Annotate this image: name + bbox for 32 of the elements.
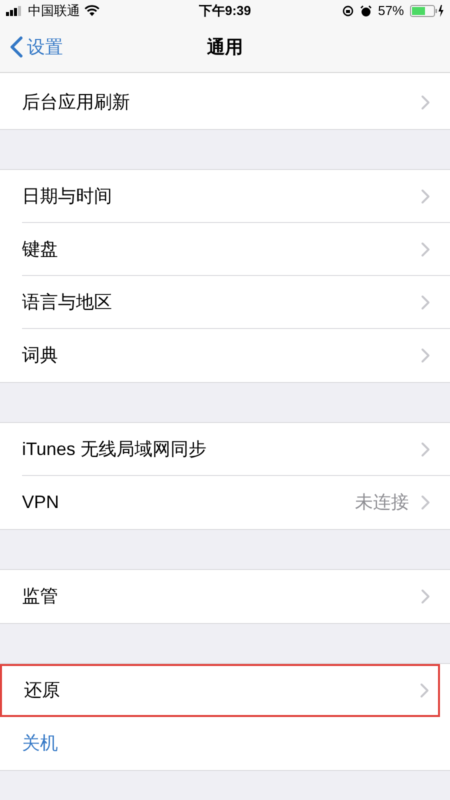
row-label: 键盘 — [22, 238, 59, 261]
chevron-icon — [421, 348, 430, 363]
back-chevron-icon — [10, 36, 23, 58]
rotation-lock-icon — [342, 5, 354, 17]
settings-row[interactable]: 还原 — [0, 664, 440, 717]
row-detail: 未连接 — [355, 491, 409, 514]
window-title: 通用 — [207, 36, 243, 58]
row-label: iTunes 无线局域网同步 — [22, 438, 208, 461]
chevron-icon — [420, 683, 429, 698]
chevron-icon — [421, 589, 430, 604]
alarm-icon — [360, 5, 372, 17]
row-label: 还原 — [24, 679, 61, 702]
row-label: 日期与时间 — [22, 185, 113, 208]
row-label: 监管 — [22, 585, 59, 608]
chevron-icon — [421, 442, 430, 457]
carrier-name: 中国联通 — [28, 2, 80, 20]
chevron-icon — [421, 495, 430, 510]
row-label: 关机 — [22, 732, 59, 755]
chevron-icon — [421, 189, 430, 204]
signal-icon — [6, 6, 24, 16]
row-label: 语言与地区 — [22, 291, 113, 314]
chevron-icon — [421, 295, 430, 310]
chevron-icon — [421, 242, 430, 257]
battery-percent: 57% — [378, 2, 404, 20]
chevron-icon — [421, 95, 430, 110]
battery-icon — [410, 5, 444, 17]
row-label: VPN — [22, 491, 60, 514]
wifi-icon — [84, 5, 100, 17]
row-label: 后台应用刷新 — [22, 91, 131, 114]
back-button[interactable]: 设置 — [10, 22, 63, 72]
status-time: 下午9:39 — [198, 2, 252, 20]
row-label: 词典 — [22, 344, 59, 367]
